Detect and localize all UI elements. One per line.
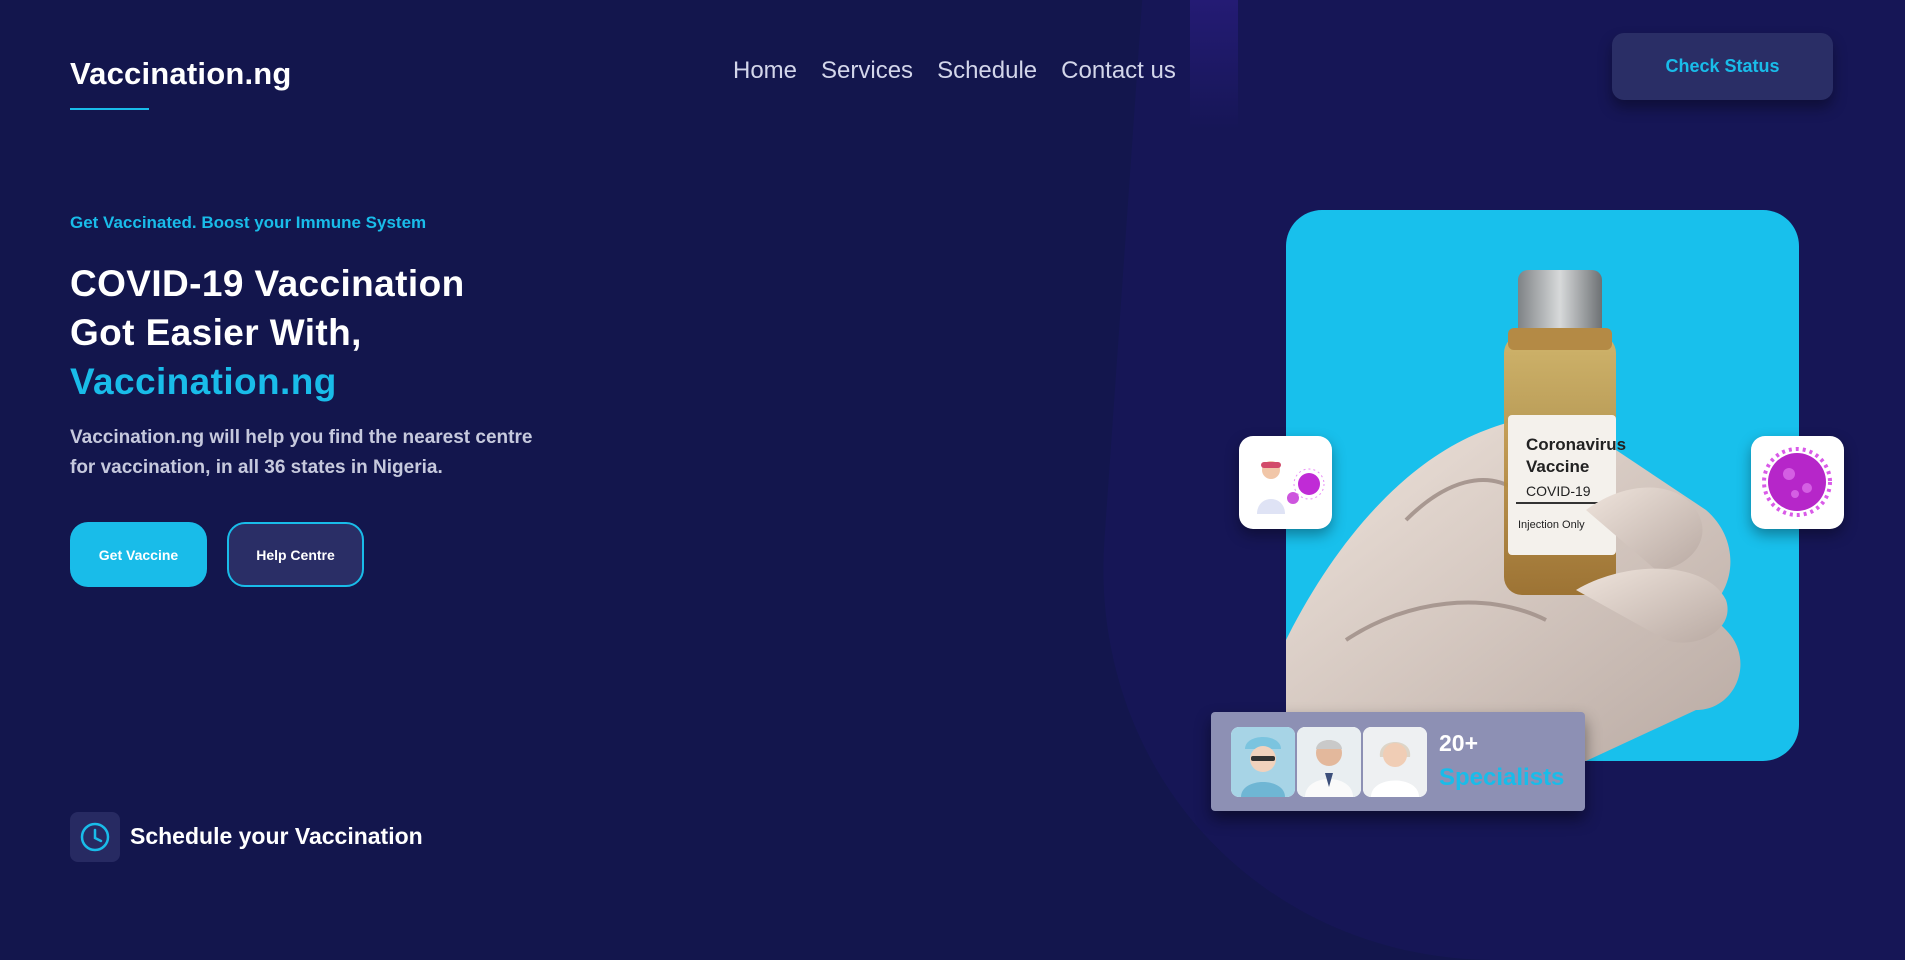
schedule-clock-tile: [70, 812, 120, 862]
doctor-avatar-icon: [1231, 727, 1295, 797]
hero-description: Vaccination.ng will help you find the ne…: [70, 427, 533, 478]
hero-title-line-1: COVID-19 Vaccination: [70, 263, 465, 304]
specialist-avatar-3: [1363, 727, 1427, 797]
clock-icon: [80, 822, 110, 852]
specialist-avatar-2: [1297, 727, 1361, 797]
get-vaccine-button[interactable]: Get Vaccine: [70, 522, 207, 587]
specialists-count: 20+: [1439, 730, 1479, 756]
vial-label-line-1: Coronavirus: [1526, 435, 1626, 454]
check-status-button[interactable]: Check Status: [1612, 33, 1833, 100]
hand-holding-vial-illustration: Coronavirus Vaccine COVID-19 Injection O…: [1286, 270, 1741, 761]
vial-label-line-2: Vaccine: [1526, 457, 1589, 476]
nav-services[interactable]: Services: [821, 57, 913, 85]
doctor-avatar-icon: [1363, 727, 1427, 797]
hero-vaccine-image: Coronavirus Vaccine COVID-19 Injection O…: [1286, 210, 1799, 761]
virus-tile: [1751, 436, 1844, 529]
specialist-avatar-1: [1231, 727, 1295, 797]
logo-underline: [70, 108, 149, 110]
hero-title: COVID-19 Vaccination Got Easier With, Va…: [70, 259, 465, 406]
virus-icon: [1762, 447, 1832, 517]
specialists-card: 20+ Specialists: [1211, 712, 1585, 811]
nav-home[interactable]: Home: [733, 57, 797, 85]
vial-label-line-4: Injection Only: [1518, 519, 1585, 531]
hero-title-line-2: Got Easier With,: [70, 312, 362, 353]
hero-title-line-3: Vaccination.ng: [70, 361, 337, 402]
site-logo[interactable]: Vaccination.ng: [70, 56, 292, 92]
scientist-icon: [1257, 461, 1325, 514]
schedule-section-title: Schedule your Vaccination: [130, 823, 423, 849]
main-nav: Home Services Schedule Contact us: [733, 57, 1176, 85]
scientist-tile: [1239, 436, 1332, 529]
doctor-avatar-icon: [1297, 727, 1361, 797]
vial-label-line-3: COVID-19: [1526, 483, 1591, 499]
nav-contact-us[interactable]: Contact us: [1061, 57, 1176, 85]
background-glow: [1190, 0, 1238, 130]
hero-subtitle: Get Vaccinated. Boost your Immune System: [70, 213, 427, 232]
specialists-label: Specialists: [1439, 764, 1565, 791]
help-centre-button[interactable]: Help Centre: [227, 522, 364, 587]
nav-schedule[interactable]: Schedule: [937, 57, 1037, 85]
